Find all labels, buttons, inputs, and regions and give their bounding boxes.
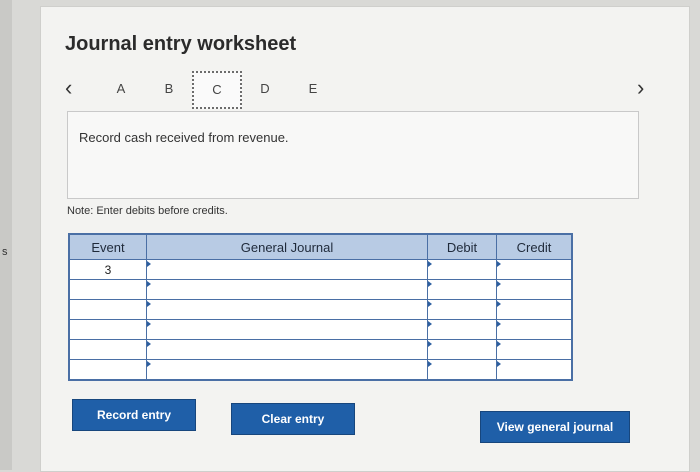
input-marker-icon — [497, 281, 501, 287]
tab-b[interactable]: B — [155, 75, 183, 103]
account-select[interactable] — [146, 359, 428, 381]
credit-input[interactable] — [496, 359, 573, 381]
input-marker-icon — [428, 281, 432, 287]
input-marker-icon — [428, 261, 432, 267]
debit-input[interactable] — [427, 299, 497, 320]
header-event: Event — [68, 233, 147, 260]
tab-c[interactable]: C — [192, 71, 242, 109]
table-row — [68, 319, 573, 340]
input-marker-icon — [497, 321, 501, 327]
account-select[interactable] — [146, 259, 428, 280]
input-marker-icon — [497, 261, 501, 267]
input-marker-icon — [428, 321, 432, 327]
dropdown-marker-icon — [147, 321, 151, 327]
tab-d[interactable]: D — [251, 75, 279, 103]
input-marker-icon — [428, 301, 432, 307]
page-title: Journal entry worksheet — [65, 33, 297, 55]
event-cell: 3 — [68, 259, 147, 280]
account-select[interactable] — [146, 299, 428, 320]
dropdown-marker-icon — [147, 341, 151, 347]
tab-e[interactable]: E — [299, 75, 327, 103]
table-row: 3 — [68, 259, 573, 280]
dropdown-marker-icon — [147, 261, 151, 267]
input-marker-icon — [497, 341, 501, 347]
event-cell — [68, 299, 147, 320]
debit-input[interactable] — [427, 279, 497, 300]
debit-input[interactable] — [427, 359, 497, 381]
debit-input[interactable] — [427, 259, 497, 280]
header-debit: Debit — [427, 233, 497, 260]
edge-fragment-text: s — [2, 246, 8, 258]
account-select[interactable] — [146, 339, 428, 360]
transaction-prompt: Record cash received from revenue. — [79, 130, 289, 145]
table-header-row: Event General Journal Debit Credit — [68, 233, 573, 260]
header-credit: Credit — [496, 233, 573, 260]
credit-input[interactable] — [496, 339, 573, 360]
credit-input[interactable] — [496, 279, 573, 300]
dropdown-marker-icon — [147, 361, 151, 367]
clear-entry-button[interactable]: Clear entry — [231, 403, 355, 435]
table-row — [68, 279, 573, 300]
input-marker-icon — [497, 301, 501, 307]
debit-input[interactable] — [427, 339, 497, 360]
instruction-note: Note: Enter debits before credits. — [67, 205, 228, 217]
record-entry-button[interactable]: Record entry — [72, 399, 196, 431]
credit-input[interactable] — [496, 319, 573, 340]
account-select[interactable] — [146, 319, 428, 340]
event-cell — [68, 359, 147, 381]
dropdown-marker-icon — [147, 301, 151, 307]
view-general-journal-button[interactable]: View general journal — [480, 411, 630, 443]
journal-entry-table: Event General Journal Debit Credit 3 — [68, 233, 573, 381]
transaction-prompt-box: Record cash received from revenue. — [67, 111, 639, 199]
dropdown-marker-icon — [147, 281, 151, 287]
account-select[interactable] — [146, 279, 428, 300]
input-marker-icon — [428, 361, 432, 367]
event-cell — [68, 319, 147, 340]
credit-input[interactable] — [496, 299, 573, 320]
event-cell — [68, 339, 147, 360]
event-cell — [68, 279, 147, 300]
worksheet-card: Journal entry worksheet ‹ A B C D E › Re… — [40, 6, 690, 472]
debit-input[interactable] — [427, 319, 497, 340]
entry-tab-nav: ‹ A B C D E › — [41, 71, 689, 109]
input-marker-icon — [428, 341, 432, 347]
tab-a[interactable]: A — [107, 75, 135, 103]
credit-input[interactable] — [496, 259, 573, 280]
chevron-left-icon[interactable]: ‹ — [65, 77, 72, 99]
chevron-right-icon[interactable]: › — [637, 77, 644, 99]
table-row — [68, 299, 573, 320]
header-general-journal: General Journal — [146, 233, 428, 260]
table-row — [68, 339, 573, 360]
left-edge-strip: s — [0, 0, 12, 470]
input-marker-icon — [497, 361, 501, 367]
table-row — [68, 359, 573, 381]
